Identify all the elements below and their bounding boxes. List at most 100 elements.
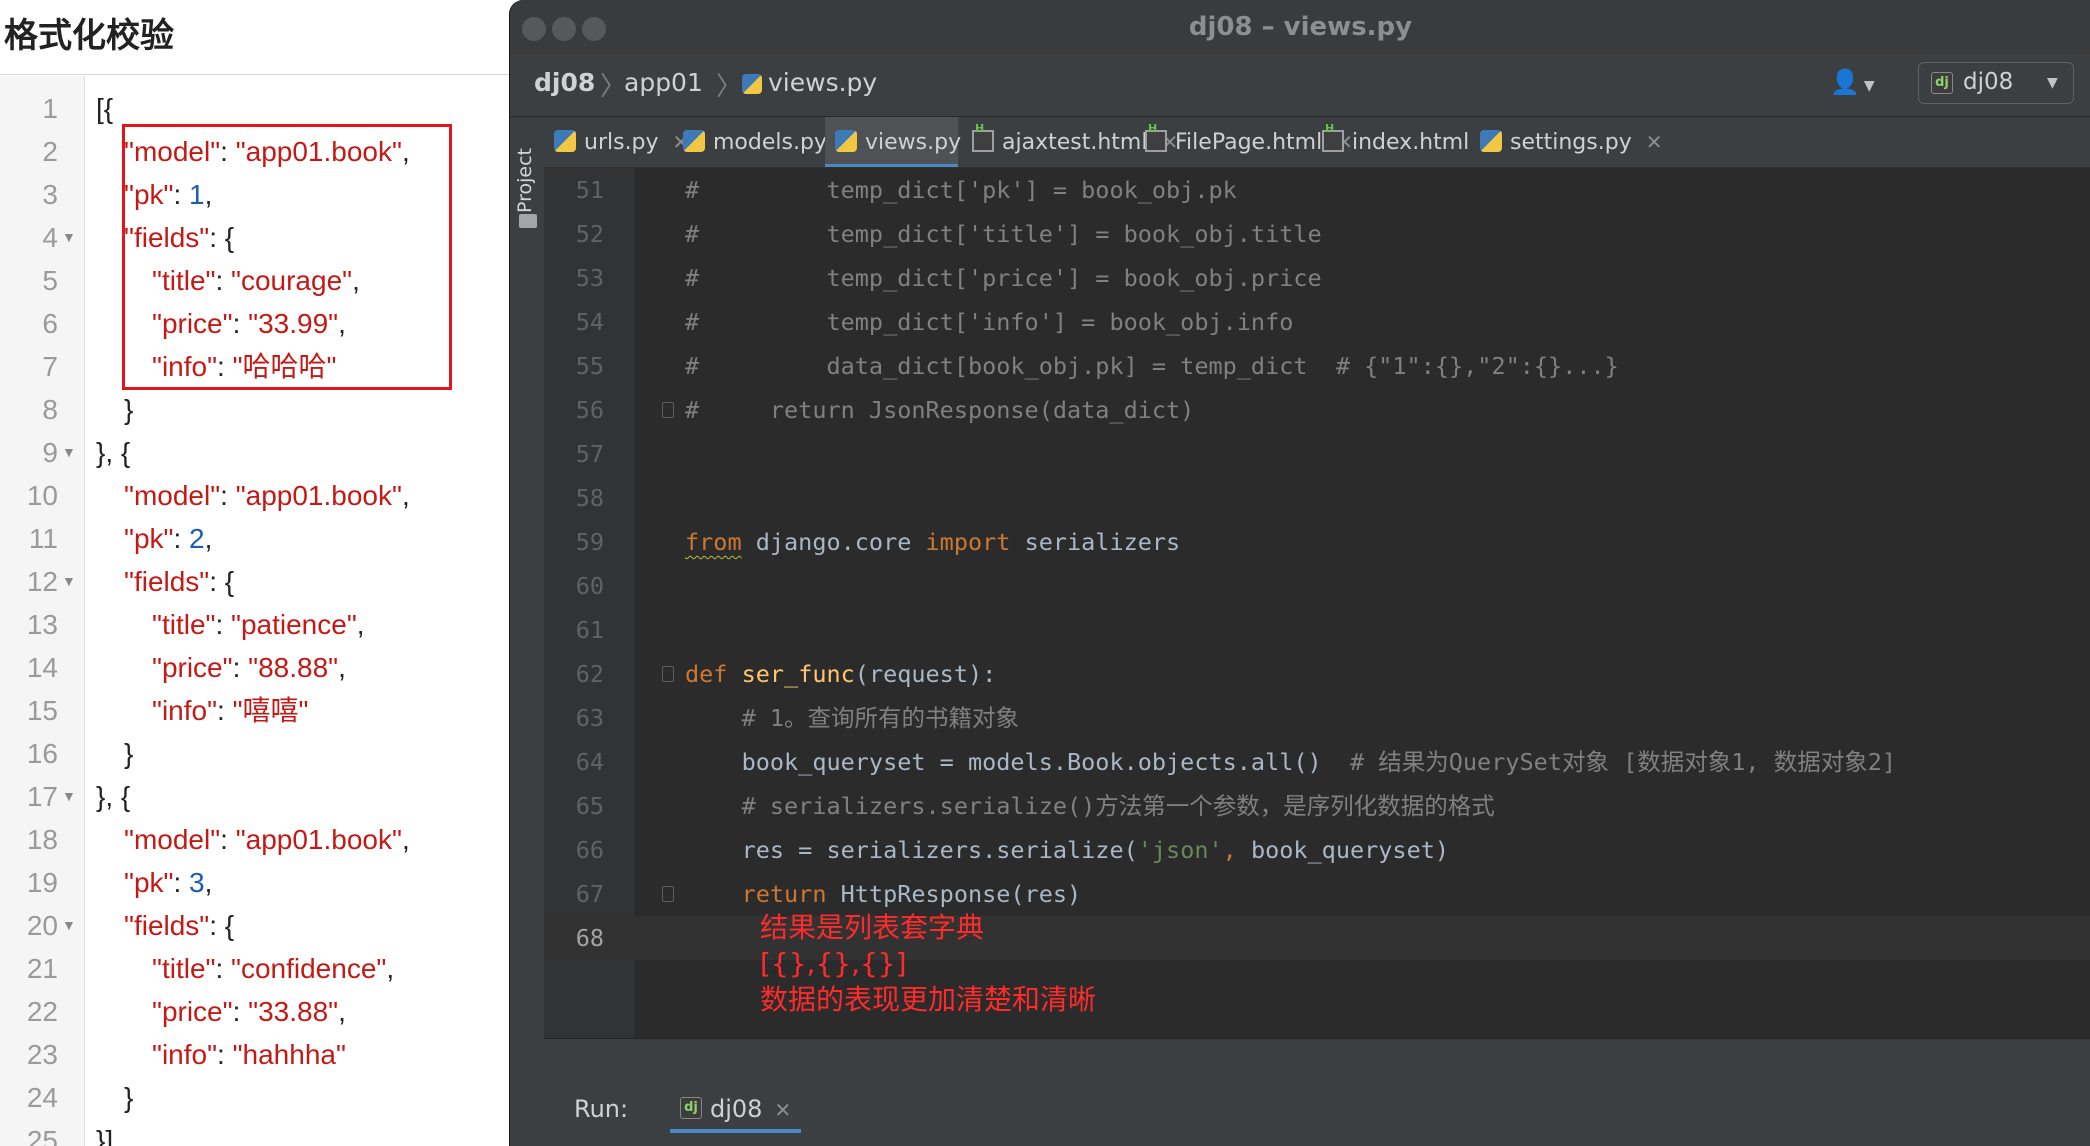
code-line[interactable]: 64 book_queryset = models.Book.objects.a… [544,740,2090,784]
fold-marker-icon[interactable] [662,886,674,902]
json-token: "info" [152,1039,218,1070]
breadcrumb-file[interactable]: views.py [742,68,877,97]
line-number: 59 [575,528,604,556]
tab-views-py[interactable]: views.py✕ [825,117,992,167]
code-line[interactable]: 52 # temp_dict['title'] = book_obj.title [544,212,2090,256]
json-code: "fields": { [124,560,234,603]
json-token: }, { [96,437,131,468]
line-number: 56 [575,396,604,424]
panel-title: 格式化校验 [4,16,174,56]
code-token: serializers [1010,528,1181,556]
code-line[interactable]: 66 res = serializers.serialize('json', b… [544,828,2090,872]
fold-arrow-icon[interactable]: ▼ [62,560,76,603]
code-text: # return JsonResponse(data_dict) [685,388,1194,432]
line-number: 68 [575,924,604,952]
highlight-box [122,124,452,390]
json-token: "app01.book" [235,480,402,511]
breadcrumb-folder[interactable]: app01 [624,68,703,97]
code-text: # temp_dict['title'] = book_obj.title [685,212,1322,256]
user-menu-button[interactable]: 👤 ▼ [1830,68,1886,102]
json-token: : [232,652,249,683]
code-line[interactable]: 51 # temp_dict['pk'] = book_obj.pk [544,168,2090,212]
tab-settings-py[interactable]: settings.py ✕ [1470,117,1662,167]
line-number: 61 [575,616,604,644]
fold-arrow-icon[interactable]: ▼ [62,216,76,259]
json-token: [{ [96,93,114,124]
code-line[interactable]: 55 # data_dict[book_obj.pk] = temp_dict #… [544,344,2090,388]
run-configuration-select[interactable]: dj dj08 ▼ [1918,62,2074,104]
chevron-right-icon: 〉 [716,72,743,102]
title-divider [0,74,530,75]
close-icon[interactable]: ✕ [774,1098,791,1122]
code-token: from [685,528,742,556]
json-token: : [215,609,232,640]
code-text: # 1。查询所有的书籍对象 [685,696,1019,740]
fold-marker-icon[interactable] [662,666,674,682]
python-file-icon [742,74,762,94]
code-line[interactable]: 63 # 1。查询所有的书籍对象 [544,696,2090,740]
code-line[interactable]: 61 [544,608,2090,652]
json-line: 10 "model": "app01.book", [0,474,530,517]
code-line[interactable]: 62 def ser_func(request): [544,652,2090,696]
json-code: "info": "嘻嘻" [152,689,308,732]
line-number: 10 [26,480,58,511]
chevron-right-icon: 〉 [600,72,627,102]
code-editor[interactable]: 51 # temp_dict['pk'] = book_obj.pk 52 # tem… [544,168,2090,1038]
code-line[interactable]: 60 [544,564,2090,608]
fold-arrow-icon[interactable]: ▼ [62,431,76,474]
line-number: 19 [26,867,58,898]
json-token: : { [209,566,235,597]
json-token: "88.88" [248,652,339,683]
json-token: , [386,953,395,984]
code-line[interactable]: 56 # return JsonResponse(data_dict) [544,388,2090,432]
tab-ajaxtest-html[interactable]: ajaxtest.html✕ [962,104,1178,167]
code-token: # temp_dict['title'] = book_obj.title [685,220,1322,248]
json-code: "title": "patience", [152,603,365,646]
code-token: HttpResponse(res) [826,880,1082,908]
code-line[interactable]: 58 [544,476,2090,520]
code-line[interactable]: 59 from django.core import serializers [544,520,2090,564]
json-token: : [215,953,232,984]
line-number: 51 [575,176,604,204]
code-line[interactable]: 53 # temp_dict['price'] = book_obj.price [544,256,2090,300]
tab-index-html[interactable]: index.html✕ [1312,104,1500,167]
tab-filepage-html[interactable]: FilePage.html✕ [1135,104,1353,167]
line-number: 21 [26,953,58,984]
code-token: res = serializers.serialize( [685,836,1138,864]
close-icon[interactable]: ✕ [1646,130,1663,154]
code-lines: 51 # temp_dict['pk'] = book_obj.pk 52 # tem… [544,168,2090,960]
python-file-icon [1480,130,1502,152]
tab-urls-py[interactable]: urls.py ✕ [544,117,689,167]
fold-marker-icon[interactable] [662,402,674,418]
code-line[interactable]: 54 # temp_dict['info'] = book_obj.info [544,300,2090,344]
json-code: } [124,1076,133,1119]
tab-models-py[interactable]: models.py✕ [673,117,858,167]
code-line[interactable]: 57 [544,432,2090,476]
json-token: "model" [124,480,221,511]
fold-arrow-icon[interactable]: ▼ [62,904,76,947]
json-token: } [124,738,134,769]
code-token: # return JsonResponse(data_dict) [685,396,1195,424]
json-code: }] [96,1119,113,1146]
breadcrumb-project[interactable]: dj08 [534,68,595,97]
code-line[interactable]: 65 # serializers.serialize()方法第一个参数，是序列化… [544,784,2090,828]
run-tool-window: Run: dj dj08 ✕ [544,1039,2090,1146]
json-code: } [124,732,133,775]
tab-label: models.py [713,130,827,155]
code-text: # temp_dict['price'] = book_obj.price [685,256,1322,300]
json-line: 25}] [0,1119,530,1146]
code-token: book_queryset = models.Book.objects.all(… [685,748,1350,776]
json-token: "33.88" [248,996,339,1027]
line-number: 4 [42,222,58,253]
line-number: 18 [26,824,58,855]
json-token: , [356,609,365,640]
run-tab[interactable]: dj dj08 ✕ [670,1089,802,1133]
fold-arrow-icon[interactable]: ▼ [62,775,76,818]
json-token: } [124,1082,134,1113]
json-line: 13 "title": "patience", [0,603,530,646]
json-token: "title" [152,609,216,640]
json-token: "model" [124,824,221,855]
json-token: : [173,867,190,898]
line-number: 55 [575,352,604,380]
